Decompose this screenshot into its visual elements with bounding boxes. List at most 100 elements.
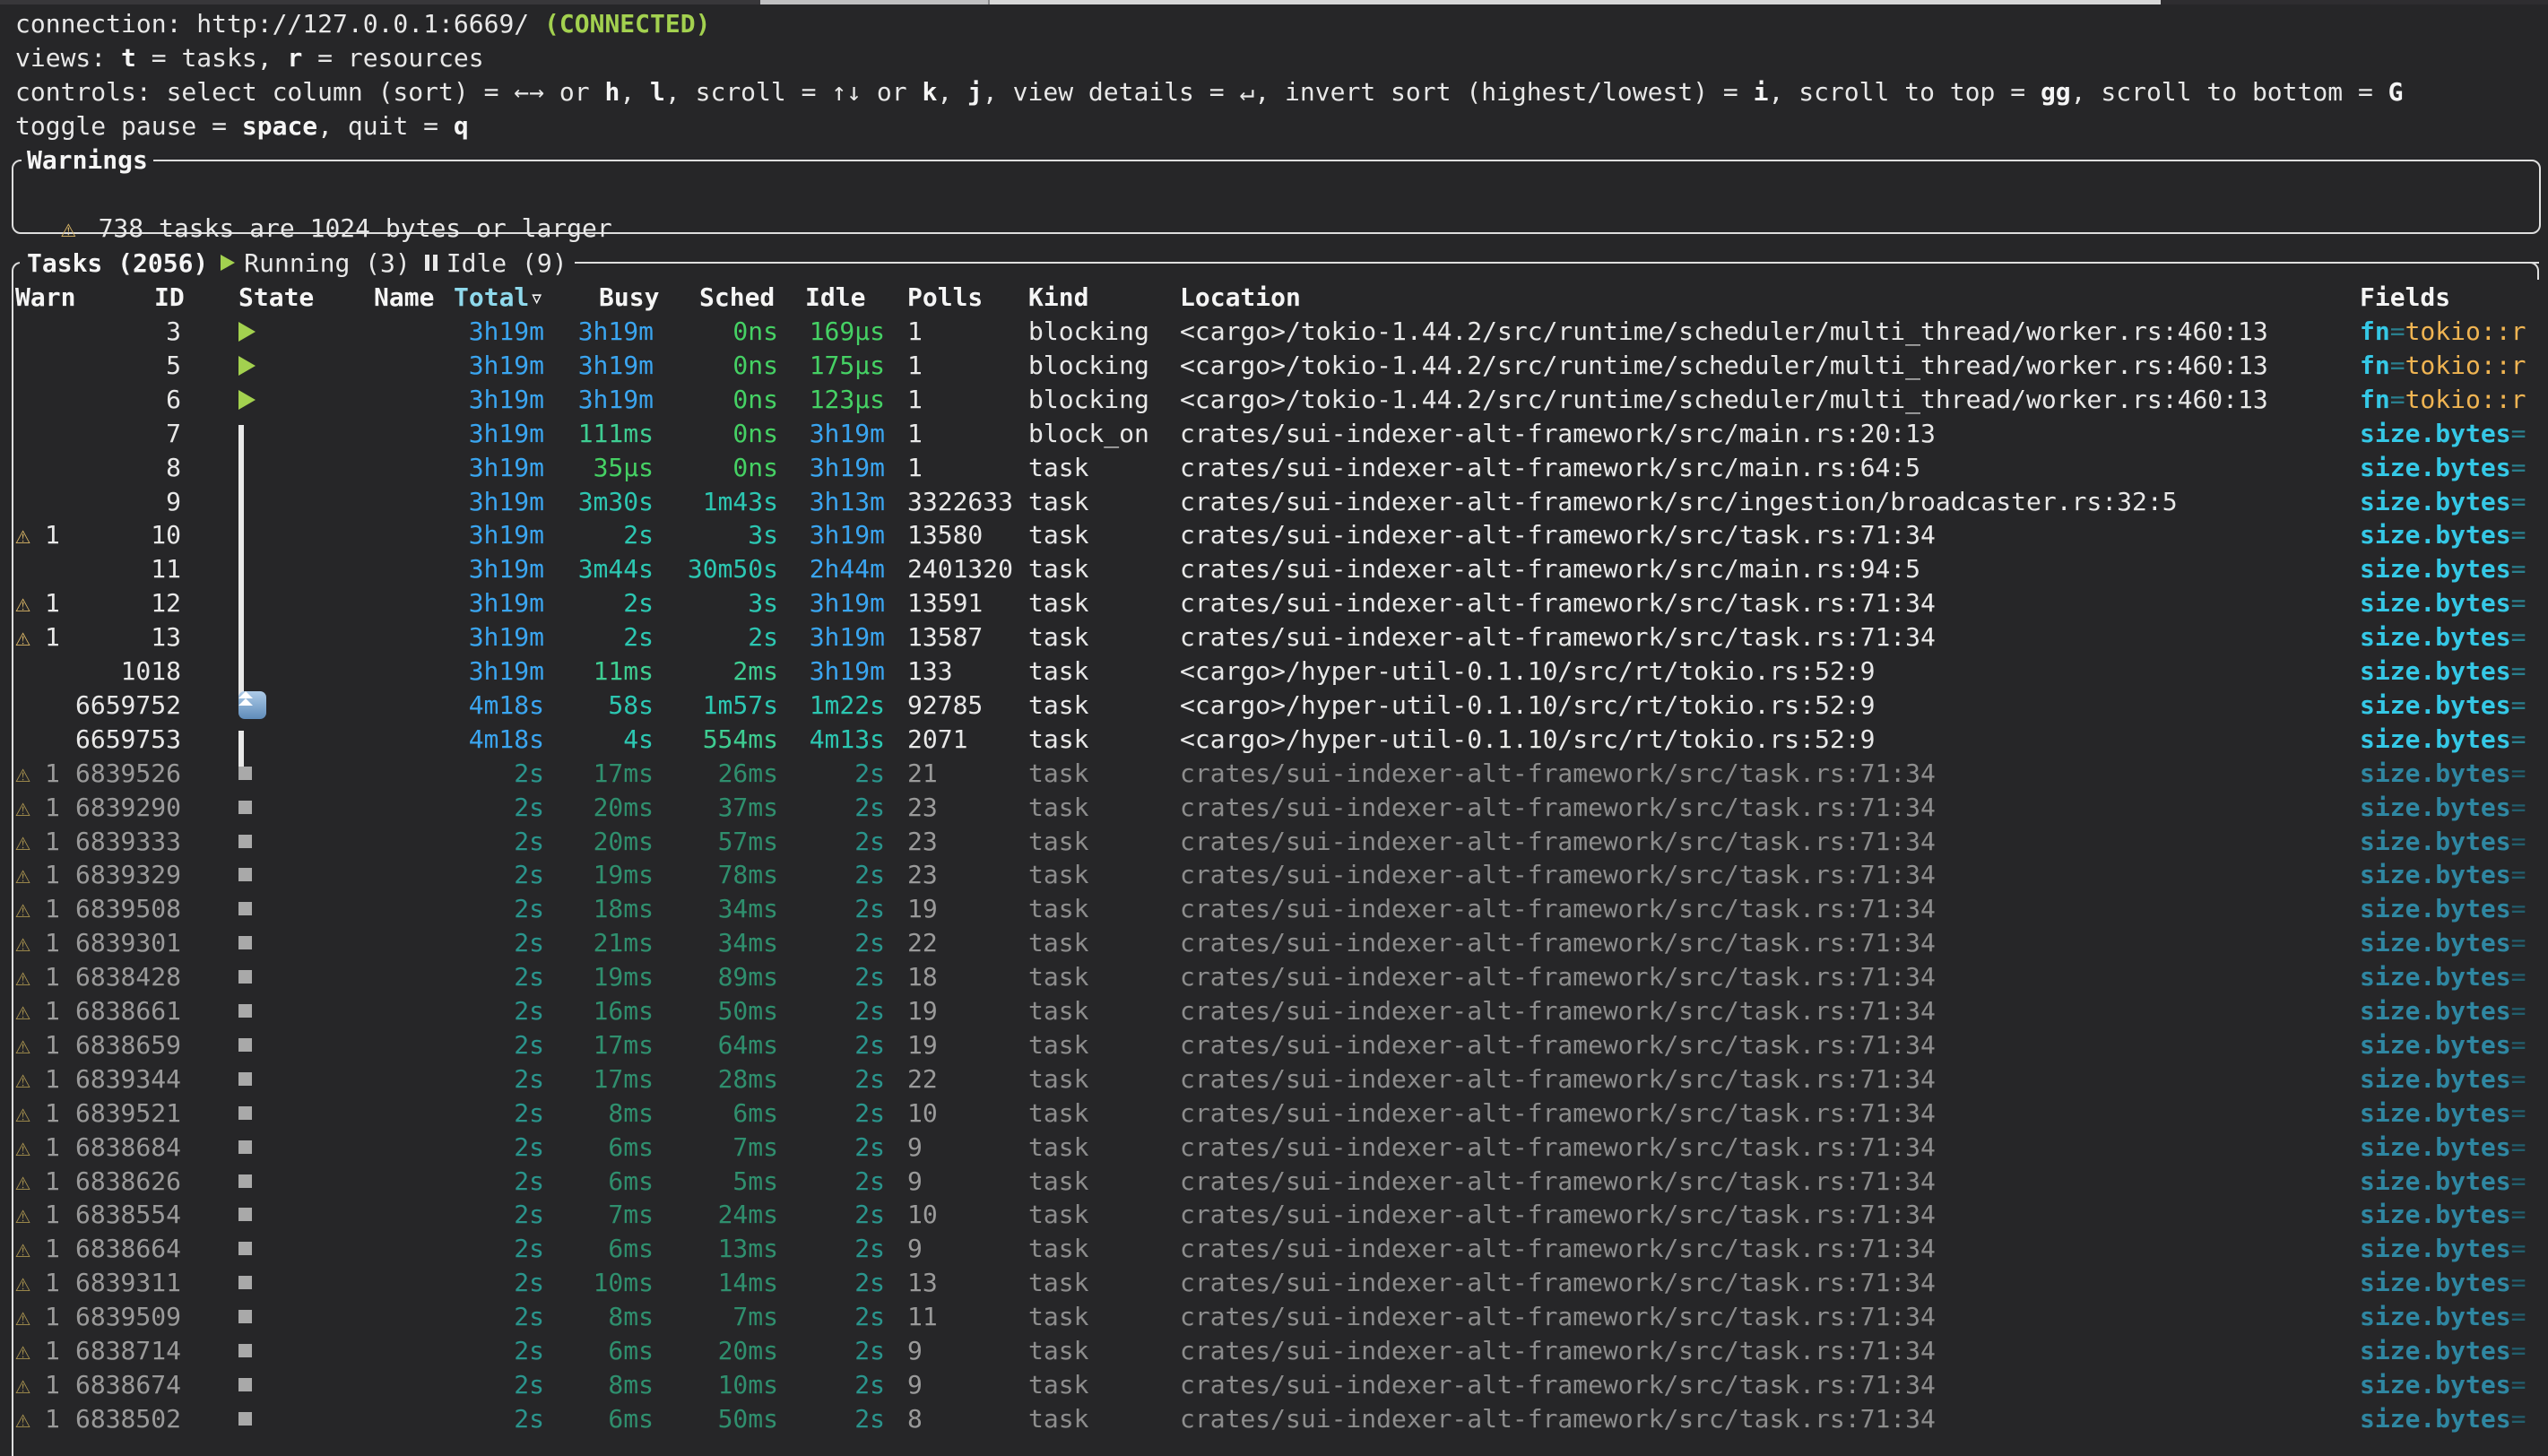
controls-line-seg: k bbox=[922, 77, 937, 107]
state-stopped-icon bbox=[238, 1378, 252, 1391]
state-stopped-icon bbox=[238, 767, 252, 780]
cell-location: crates/sui-indexer-alt-framework/src/tas… bbox=[1180, 1368, 1936, 1402]
cell-task-id: 6838502 bbox=[0, 1402, 181, 1436]
state-stopped-icon bbox=[238, 801, 252, 814]
cell-idle: 123µs bbox=[706, 383, 885, 417]
table-row[interactable]: ⚠168395082s18ms34ms2s19taskcrates/sui-in… bbox=[0, 892, 2548, 926]
cell-idle: 3h19m bbox=[706, 451, 885, 485]
cell-kind: task bbox=[1028, 1232, 1088, 1266]
field-key: size.bytes bbox=[2360, 622, 2511, 652]
cell-kind: task bbox=[1028, 1131, 1088, 1165]
cell-polls: 1 bbox=[907, 315, 923, 349]
col-header-busy[interactable]: Busy bbox=[599, 281, 659, 315]
col-header-fields[interactable]: Fields bbox=[2360, 281, 2450, 315]
cell-location: crates/sui-indexer-alt-framework/src/mai… bbox=[1180, 417, 1936, 451]
field-key: size.bytes bbox=[2360, 419, 2511, 448]
table-row[interactable]: ⚠168395092s8ms7ms2s11taskcrates/sui-inde… bbox=[0, 1300, 2548, 1334]
col-header-state[interactable]: State bbox=[238, 281, 314, 315]
cell-location: crates/sui-indexer-alt-framework/src/tas… bbox=[1180, 518, 1936, 552]
table-row[interactable]: 53h19m3h19m0ns175µs1blocking<cargo>/toki… bbox=[0, 349, 2548, 383]
table-row[interactable]: ⚠168386612s16ms50ms2s19taskcrates/sui-in… bbox=[0, 994, 2548, 1028]
cell-polls: 9 bbox=[907, 1368, 923, 1402]
controls-line-seg: j bbox=[967, 77, 983, 107]
field-key: size.bytes bbox=[2360, 1234, 2511, 1263]
tokio-console-app: { "palette":{ "background":"#262628","fo… bbox=[0, 0, 2548, 1454]
field-key: size.bytes bbox=[2360, 1404, 2511, 1434]
table-row[interactable]: ⚠168393332s20ms57ms2s23taskcrates/sui-in… bbox=[0, 825, 2548, 859]
connection-line-seg: (CONNECTED) bbox=[544, 9, 710, 39]
cell-state bbox=[238, 689, 266, 723]
col-header-warn[interactable]: Warn bbox=[15, 281, 75, 315]
table-row[interactable]: 83h19m35µs0ns3h19m1taskcrates/sui-indexe… bbox=[0, 451, 2548, 485]
table-row[interactable]: ⚠1123h19m2s3s3h19m13591taskcrates/sui-in… bbox=[0, 586, 2548, 620]
connection-line-seg: connection: http://127.0.0.1:6669/ bbox=[15, 9, 544, 39]
col-header-total[interactable]: Total▿ bbox=[454, 281, 544, 315]
cell-state bbox=[238, 926, 252, 960]
table-row[interactable]: ⚠168386592s17ms64ms2s19taskcrates/sui-in… bbox=[0, 1028, 2548, 1062]
cell-state bbox=[238, 620, 244, 654]
table-row[interactable]: ⚠168393112s10ms14ms2s13taskcrates/sui-in… bbox=[0, 1266, 2548, 1300]
table-row[interactable]: ⚠168393442s17ms28ms2s22taskcrates/sui-in… bbox=[0, 1062, 2548, 1096]
pause-line: toggle pause = space, quit = q bbox=[15, 109, 469, 143]
controls-line-seg: gg bbox=[2041, 77, 2071, 107]
cell-fields: size.bytes= bbox=[2360, 1131, 2526, 1165]
table-row[interactable]: ⚠168385022s6ms50ms2s8taskcrates/sui-inde… bbox=[0, 1402, 2548, 1436]
cell-kind: task bbox=[1028, 825, 1088, 859]
col-header-polls[interactable]: Polls bbox=[907, 281, 983, 315]
cell-fields: size.bytes= bbox=[2360, 1334, 2526, 1368]
cell-task-id: 12 bbox=[0, 586, 181, 620]
cell-fields: size.bytes= bbox=[2360, 586, 2526, 620]
field-equals: = bbox=[2511, 690, 2526, 720]
table-row[interactable]: 33h19m3h19m0ns169µs1blocking<cargo>/toki… bbox=[0, 315, 2548, 349]
cell-task-id: 6838554 bbox=[0, 1198, 181, 1232]
table-row[interactable]: 63h19m3h19m0ns123µs1blocking<cargo>/toki… bbox=[0, 383, 2548, 417]
field-key: size.bytes bbox=[2360, 554, 2511, 584]
state-stopped-icon bbox=[238, 1276, 252, 1289]
table-row[interactable]: ⚠1133h19m2s2s3h19m13587taskcrates/sui-in… bbox=[0, 620, 2548, 654]
table-row[interactable]: 10183h19m11ms2ms3h19m133task<cargo>/hype… bbox=[0, 654, 2548, 689]
table-row[interactable]: ⚠168386262s6ms5ms2s9taskcrates/sui-index… bbox=[0, 1165, 2548, 1199]
cell-polls: 1 bbox=[907, 417, 923, 451]
state-stopped-icon bbox=[238, 1344, 252, 1357]
state-scheduled-icon bbox=[238, 691, 266, 719]
controls-line: controls: select column (sort) = ←→ or h… bbox=[15, 75, 2404, 109]
state-stopped-icon bbox=[238, 902, 252, 915]
table-row[interactable]: 113h19m3m44s30m50s2h44m2401320taskcrates… bbox=[0, 552, 2548, 586]
col-header-sched[interactable]: Sched bbox=[699, 281, 775, 315]
table-row[interactable]: ⚠168385542s7ms24ms2s10taskcrates/sui-ind… bbox=[0, 1198, 2548, 1232]
field-equals: = bbox=[2511, 1030, 2526, 1060]
table-row[interactable]: ⚠168395262s17ms26ms2s21taskcrates/sui-in… bbox=[0, 757, 2548, 791]
col-header-id[interactable]: ID bbox=[154, 281, 185, 315]
field-equals: = bbox=[2511, 1166, 2526, 1196]
field-key: size.bytes bbox=[2360, 793, 2511, 822]
field-key: size.bytes bbox=[2360, 1132, 2511, 1162]
table-row[interactable]: ⚠168386642s6ms13ms2s9taskcrates/sui-inde… bbox=[0, 1232, 2548, 1266]
table-row[interactable]: ⚠168392902s20ms37ms2s23taskcrates/sui-in… bbox=[0, 791, 2548, 825]
table-row[interactable]: ⚠168386842s6ms7ms2s9taskcrates/sui-index… bbox=[0, 1131, 2548, 1165]
table-row[interactable]: ⚠168384282s19ms89ms2s18taskcrates/sui-in… bbox=[0, 960, 2548, 994]
table-row[interactable]: 66597534m18s4s554ms4m13s2071task<cargo>/… bbox=[0, 723, 2548, 757]
col-header-location[interactable]: Location bbox=[1180, 281, 1301, 315]
table-row[interactable]: ⚠168393292s19ms78ms2s23taskcrates/sui-in… bbox=[0, 858, 2548, 892]
cell-location: crates/sui-indexer-alt-framework/src/tas… bbox=[1180, 1402, 1936, 1436]
cell-kind: task bbox=[1028, 1402, 1088, 1436]
cell-state bbox=[238, 1232, 252, 1266]
cell-polls: 9 bbox=[907, 1165, 923, 1199]
field-equals: = bbox=[2511, 1064, 2526, 1094]
field-key: size.bytes bbox=[2360, 996, 2511, 1026]
table-row[interactable]: 93h19m3m30s1m43s3h13m3322633taskcrates/s… bbox=[0, 485, 2548, 519]
table-row[interactable]: ⚠168393012s21ms34ms2s22taskcrates/sui-in… bbox=[0, 926, 2548, 960]
col-header-kind[interactable]: Kind bbox=[1028, 281, 1088, 315]
table-row[interactable]: 66597524m18s58s1m57s1m22s92785task<cargo… bbox=[0, 689, 2548, 723]
cell-polls: 1 bbox=[907, 349, 923, 383]
table-row[interactable]: ⚠168387142s6ms20ms2s9taskcrates/sui-inde… bbox=[0, 1334, 2548, 1368]
field-key: size.bytes bbox=[2360, 1200, 2511, 1229]
table-row[interactable]: ⚠168395212s8ms6ms2s10taskcrates/sui-inde… bbox=[0, 1096, 2548, 1131]
table-row[interactable]: ⚠168386742s8ms10ms2s9taskcrates/sui-inde… bbox=[0, 1368, 2548, 1402]
col-header-name[interactable]: Name bbox=[374, 281, 434, 315]
col-header-idle[interactable]: Idle bbox=[805, 281, 865, 315]
table-row[interactable]: 73h19m111ms0ns3h19m1block_oncrates/sui-i… bbox=[0, 417, 2548, 451]
table-row[interactable]: ⚠1103h19m2s3s3h19m13580taskcrates/sui-in… bbox=[0, 518, 2548, 552]
cell-polls: 21 bbox=[907, 757, 938, 791]
cell-task-id: 6838684 bbox=[0, 1131, 181, 1165]
